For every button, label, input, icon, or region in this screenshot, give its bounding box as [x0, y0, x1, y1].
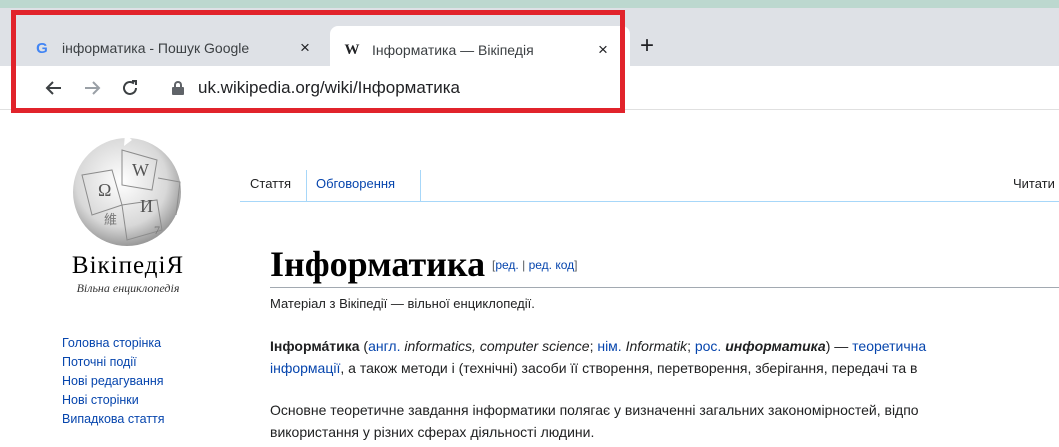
- wikipedia-wordmark: ВікіпедіЯ: [71, 252, 185, 279]
- german-term: Informatik: [625, 338, 688, 354]
- svg-text:7: 7: [154, 223, 160, 237]
- russian-term: информатика: [725, 338, 826, 354]
- sidebar-item-recent-changes[interactable]: Нові редагування: [62, 372, 165, 391]
- tab-divider: [420, 170, 421, 202]
- sidebar-navigation: Головна сторінка Поточні події Нові реда…: [62, 334, 165, 429]
- english-link[interactable]: англ.: [368, 338, 400, 354]
- german-link[interactable]: нім.: [597, 338, 621, 354]
- highlight-box: [11, 10, 625, 113]
- sidebar-item-current-events[interactable]: Поточні події: [62, 353, 165, 372]
- tab-article[interactable]: Стаття: [250, 176, 291, 191]
- svg-text:W: W: [132, 160, 149, 180]
- wikipedia-tagline: Вільна енциклопедія: [76, 281, 180, 295]
- russian-link[interactable]: рос.: [695, 338, 721, 354]
- edit-separator: |: [518, 258, 529, 272]
- top-strip: [0, 0, 1059, 8]
- body-line-1: Основне теоретичне завдання інформатики …: [270, 402, 919, 418]
- site-subtitle: Матеріал з Вікіпедії — вільної енциклопе…: [270, 296, 535, 311]
- body-line-2: використання у різних сферах діяльності …: [270, 424, 595, 440]
- svg-text:維: 維: [104, 212, 117, 227]
- sidebar-item-random-article[interactable]: Випадкова стаття: [62, 410, 165, 429]
- information-link[interactable]: інформації: [270, 360, 340, 376]
- sidebar-item-main-page[interactable]: Головна сторінка: [62, 334, 165, 353]
- page-title: Інформатика: [270, 244, 486, 284]
- theoretical-link[interactable]: теоретична: [852, 338, 926, 354]
- text: (: [359, 338, 369, 354]
- tab-read[interactable]: Читати: [1013, 176, 1055, 191]
- article-term: Інформа́тика: [270, 338, 360, 354]
- tab-talk[interactable]: Обговорення: [316, 176, 395, 191]
- sidebar-item-new-pages[interactable]: Нові сторінки: [62, 391, 165, 410]
- bracket: ]: [574, 258, 578, 272]
- intro-line-1: Інформа́тика (англ. informatics, compute…: [270, 335, 926, 357]
- edit-links: [ред. | ред. код]: [492, 258, 577, 272]
- text: , а також методи і (технічні) засоби її …: [340, 360, 918, 376]
- edit-code-link[interactable]: ред. код: [529, 258, 575, 272]
- edit-link[interactable]: ред.: [495, 258, 518, 272]
- title-divider: [270, 287, 1059, 288]
- tab-divider: [306, 170, 307, 202]
- text: ;: [687, 338, 695, 354]
- new-tab-button[interactable]: +: [640, 34, 654, 58]
- svg-text:Ω: Ω: [98, 180, 111, 200]
- intro-line-2: інформації, а також методи і (технічні) …: [270, 357, 917, 379]
- english-terms: informatics, computer science: [404, 338, 590, 354]
- wikipedia-globe-logo[interactable]: Ω W И 維 7: [62, 130, 192, 250]
- svg-text:И: И: [140, 196, 153, 216]
- page-tabs: Стаття Обговорення Читати: [240, 166, 1059, 202]
- text: ) —: [825, 338, 853, 354]
